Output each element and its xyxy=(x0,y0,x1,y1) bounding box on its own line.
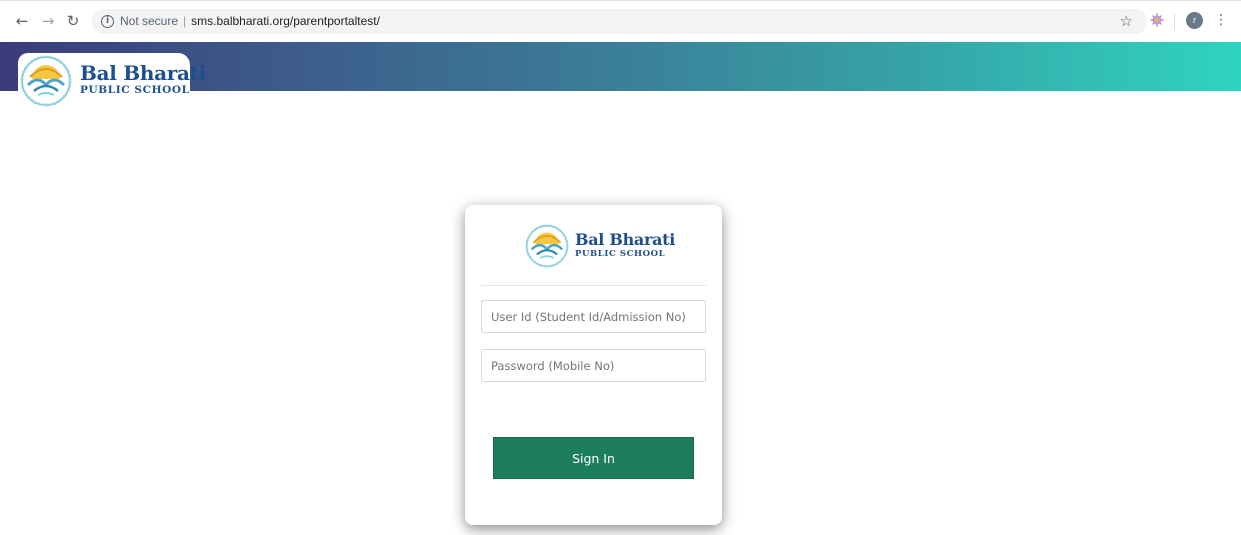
bookmark-star-icon[interactable]: ☆ xyxy=(1120,12,1133,30)
header-logo-title: Bal Bharati xyxy=(80,61,206,85)
address-bar[interactable]: i Not secure | sms.balbharati.org/parentpo… xyxy=(92,9,1147,34)
password-field[interactable] xyxy=(481,349,706,382)
sign-in-button[interactable]: Sign In xyxy=(493,437,694,479)
extension-icon[interactable] xyxy=(1150,13,1164,27)
info-icon[interactable]: i xyxy=(101,15,114,28)
toolbar-divider xyxy=(1174,14,1175,30)
url-text: sms.balbharati.org/parentportaltest/ xyxy=(191,14,380,28)
header-logo-subtitle: PUBLIC SCHOOL xyxy=(80,84,190,96)
login-card: Bal Bharati PUBLIC SCHOOL Sign In xyxy=(465,205,722,525)
header-logo[interactable]: Bal Bharati PUBLIC SCHOOL xyxy=(18,53,206,109)
password-input[interactable] xyxy=(482,350,705,381)
browser-toolbar: ← → ↻ i Not secure | sms.balbharati.org/pa… xyxy=(0,0,1241,40)
more-menu-icon[interactable]: ⋮ xyxy=(1214,11,1228,29)
reload-icon[interactable]: ↻ xyxy=(64,12,82,30)
school-emblem-icon xyxy=(20,55,72,107)
back-arrow-icon[interactable]: ← xyxy=(13,12,31,30)
security-label: Not secure xyxy=(120,14,179,28)
school-emblem-icon xyxy=(525,224,569,268)
card-logo-title: Bal Bharati xyxy=(575,230,676,249)
card-divider xyxy=(481,285,706,286)
card-logo-subtitle: PUBLIC SCHOOL xyxy=(575,249,666,259)
user-id-input[interactable] xyxy=(482,301,705,332)
user-id-field[interactable] xyxy=(481,300,706,333)
profile-avatar-icon[interactable]: r xyxy=(1186,12,1203,29)
forward-arrow-icon[interactable]: → xyxy=(39,12,57,30)
